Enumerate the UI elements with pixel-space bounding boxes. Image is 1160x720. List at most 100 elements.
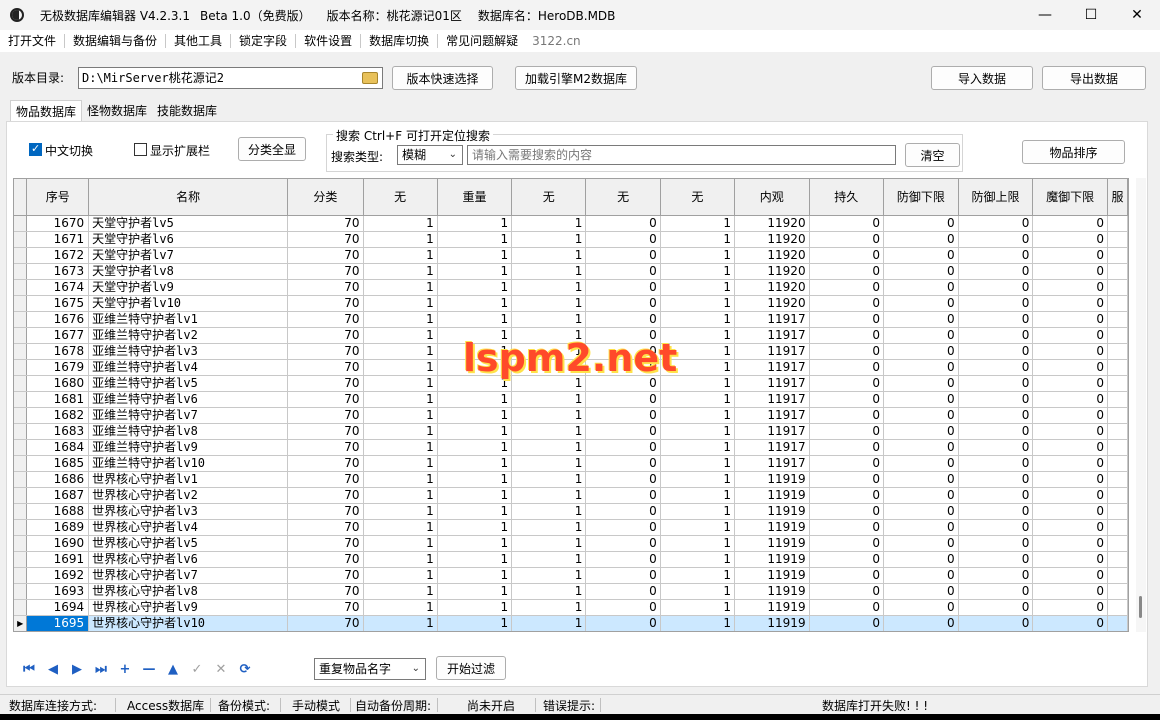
row-indicator[interactable] [14,263,28,280]
table-cell[interactable]: 70 [287,503,364,520]
grid-vertical-scrollbar[interactable] [1136,178,1146,632]
table-cell[interactable]: 0 [958,503,1034,520]
cell-seq[interactable]: 1672 [26,247,90,264]
cell-seq[interactable]: 1689 [26,519,90,536]
table-cell[interactable]: 0 [809,231,884,248]
table-cell[interactable]: 0 [958,359,1034,376]
table-cell[interactable]: 0 [585,263,661,280]
cell-seq[interactable]: 1684 [26,439,90,456]
table-cell[interactable]: 0 [585,455,661,472]
table-cell[interactable]: 0 [958,311,1034,328]
table-cell[interactable]: 0 [1032,583,1108,600]
table-cell[interactable]: 0 [958,455,1034,472]
table-cell[interactable]: 0 [585,551,661,568]
column-header[interactable]: 无 [511,179,587,216]
table-cell[interactable]: 1 [437,487,513,504]
table-cell[interactable]: 11919 [734,503,810,520]
table-cell[interactable]: 1 [437,263,513,280]
table-cell[interactable] [1107,279,1128,296]
table-cell[interactable]: 0 [883,311,959,328]
cell-name[interactable]: 世界核心守护者lv8 [88,583,289,600]
row-indicator[interactable] [14,327,28,344]
prev-record-icon[interactable]: ◀ [41,660,65,678]
add-record-icon[interactable]: + [113,660,137,678]
row-indicator[interactable] [14,343,28,360]
table-cell[interactable]: 0 [585,535,661,552]
table-cell[interactable] [1107,535,1128,552]
table-cell[interactable]: 1 [437,375,513,392]
cell-name[interactable]: 亚维兰特守护者lv10 [88,455,289,472]
delete-record-icon[interactable]: — [137,660,161,678]
table-cell[interactable]: 70 [287,327,364,344]
table-row[interactable]: 1677 亚维兰特守护者lv2 70 1 1 1 0 1 11917 0 0 0 0 [14,327,1128,344]
table-cell[interactable]: 0 [883,279,959,296]
table-cell[interactable]: 1 [511,423,587,440]
table-cell[interactable] [1107,423,1128,440]
table-cell[interactable]: 1 [437,327,513,344]
tab-monsters-db[interactable]: 怪物数据库 [82,100,152,122]
table-cell[interactable] [1107,551,1128,568]
table-cell[interactable]: 1 [363,215,438,232]
table-cell[interactable]: 1 [511,247,587,264]
load-engine-db-button[interactable]: 加载引擎M2数据库 [515,66,637,90]
table-cell[interactable]: 1 [660,231,735,248]
table-cell[interactable]: 1 [437,615,513,631]
table-cell[interactable]: 1 [363,439,438,456]
table-cell[interactable] [1107,471,1128,488]
cell-seq[interactable]: 1687 [26,487,90,504]
table-cell[interactable]: 11919 [734,567,810,584]
table-cell[interactable]: 0 [585,295,661,312]
table-cell[interactable]: 1 [363,423,438,440]
row-indicator[interactable] [14,519,28,536]
table-row[interactable]: 1682 亚维兰特守护者lv7 70 1 1 1 0 1 11917 0 0 0 0 [14,407,1128,424]
table-cell[interactable]: 1 [437,519,513,536]
table-cell[interactable] [1107,455,1128,472]
table-cell[interactable]: 1 [363,487,438,504]
table-cell[interactable]: 0 [809,327,884,344]
table-cell[interactable]: 0 [809,503,884,520]
table-cell[interactable]: 70 [287,215,364,232]
row-indicator[interactable] [14,583,28,600]
table-cell[interactable]: 0 [883,487,959,504]
table-cell[interactable]: 1 [511,439,587,456]
minimize-icon[interactable]: — [1022,0,1068,30]
table-cell[interactable] [1107,359,1128,376]
table-cell[interactable]: 11917 [734,375,810,392]
next-record-icon[interactable]: ▶ [65,660,89,678]
table-cell[interactable] [1107,407,1128,424]
table-cell[interactable]: 1 [437,295,513,312]
table-cell[interactable]: 70 [287,343,364,360]
column-header[interactable]: 序号 [26,179,90,216]
row-indicator[interactable] [14,503,28,520]
table-cell[interactable]: 70 [287,279,364,296]
table-cell[interactable]: 1 [511,535,587,552]
table-cell[interactable]: 0 [1032,391,1108,408]
table-cell[interactable]: 0 [883,439,959,456]
table-cell[interactable]: 1 [511,567,587,584]
table-cell[interactable]: 0 [958,327,1034,344]
table-cell[interactable]: 11917 [734,391,810,408]
close-icon[interactable]: ✕ [1114,0,1160,30]
table-cell[interactable]: 0 [1032,359,1108,376]
table-cell[interactable]: 1 [511,215,587,232]
table-cell[interactable]: 0 [883,407,959,424]
row-indicator[interactable] [14,247,28,264]
row-indicator[interactable] [14,215,28,232]
table-cell[interactable]: 0 [1032,247,1108,264]
row-indicator[interactable] [14,375,28,392]
table-cell[interactable] [1107,343,1128,360]
table-cell[interactable]: 1 [437,279,513,296]
table-row[interactable]: 1676 亚维兰特守护者lv1 70 1 1 1 0 1 11917 0 0 0 0 [14,311,1128,328]
table-cell[interactable]: 1 [437,343,513,360]
table-cell[interactable]: 1 [363,599,438,616]
cell-name[interactable]: 天堂守护者lv8 [88,263,289,280]
column-header[interactable]: 魔御下限 [1032,179,1108,216]
row-indicator[interactable] [14,455,28,472]
table-cell[interactable]: 1 [363,519,438,536]
row-indicator[interactable]: ▶ [14,615,28,631]
table-cell[interactable]: 0 [883,359,959,376]
table-cell[interactable] [1107,391,1128,408]
table-cell[interactable]: 11919 [734,583,810,600]
show-ext-checkbox[interactable] [134,143,147,156]
table-cell[interactable]: 0 [809,391,884,408]
